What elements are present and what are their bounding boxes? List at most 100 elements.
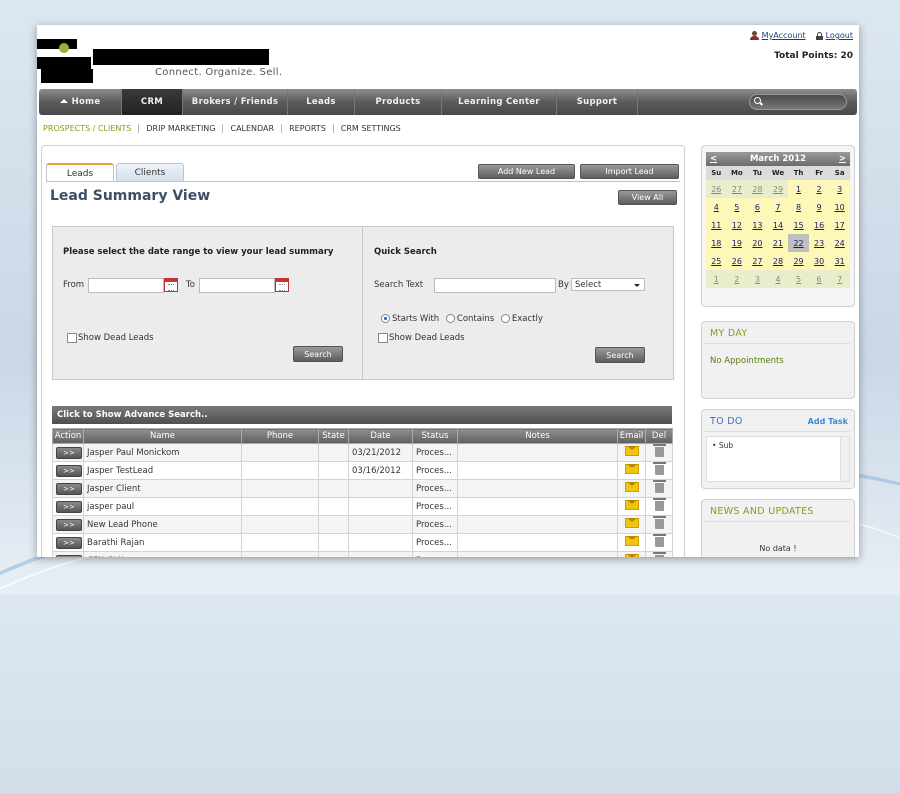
calendar-day[interactable]: 6: [808, 270, 830, 288]
calendar-day[interactable]: 12: [726, 216, 748, 234]
exactly-radio[interactable]: Exactly: [500, 314, 543, 324]
calendar-day[interactable]: 15: [788, 216, 809, 234]
nav-products[interactable]: Products: [355, 89, 442, 115]
open-lead-button[interactable]: >>: [56, 482, 82, 495]
calendar-day[interactable]: 30: [808, 252, 830, 270]
contains-radio[interactable]: Contains: [445, 314, 494, 324]
col-status[interactable]: Status: [412, 428, 458, 444]
tab-clients[interactable]: Clients: [116, 163, 184, 181]
email-icon[interactable]: [624, 536, 639, 546]
calendar-day[interactable]: 26: [706, 180, 727, 198]
nav-search-input[interactable]: [749, 94, 847, 110]
calendar-icon[interactable]: [275, 278, 289, 292]
nav-brokers-friends[interactable]: Brokers / Friends: [183, 89, 288, 115]
view-all-button[interactable]: View All: [618, 190, 677, 205]
calendar-day[interactable]: 28: [767, 252, 789, 270]
import-lead-button[interactable]: Import Lead: [580, 164, 679, 179]
nav-learning-center[interactable]: Learning Center: [442, 89, 557, 115]
calendar-day[interactable]: 11: [706, 216, 727, 234]
advance-search-toggle[interactable]: Click to Show Advance Search..: [52, 406, 672, 424]
calendar-day[interactable]: 3: [747, 270, 768, 288]
from-date-input[interactable]: [88, 278, 164, 293]
calendar-day[interactable]: 7: [767, 198, 789, 216]
subnav-calendar[interactable]: CALENDAR: [223, 124, 283, 133]
calendar-day[interactable]: 7: [829, 270, 850, 288]
calendar-day[interactable]: 27: [726, 180, 748, 198]
subnav-prospects-clients[interactable]: PROSPECTS / CLIENTS: [41, 124, 140, 133]
calendar-day[interactable]: 13: [747, 216, 768, 234]
todo-item[interactable]: • Sub: [712, 441, 733, 450]
add-task-link[interactable]: Add Task: [808, 417, 848, 426]
calendar-day[interactable]: 3: [829, 180, 850, 198]
email-icon[interactable]: [624, 518, 639, 528]
subnav-reports[interactable]: REPORTS: [282, 124, 334, 133]
trash-icon[interactable]: [652, 552, 666, 557]
calendar-day[interactable]: 20: [747, 234, 768, 252]
email-icon[interactable]: [624, 554, 639, 557]
col-phone[interactable]: Phone: [241, 428, 319, 444]
nav-support[interactable]: Support: [557, 89, 638, 115]
calendar-day[interactable]: 1: [706, 270, 727, 288]
trash-icon[interactable]: [652, 462, 666, 475]
subnav-crm-settings[interactable]: CRM SETTINGS: [334, 124, 408, 133]
email-icon[interactable]: [624, 446, 639, 456]
nav-home[interactable]: Home: [39, 89, 122, 115]
calendar-day[interactable]: 14: [767, 216, 789, 234]
add-new-lead-button[interactable]: Add New Lead: [478, 164, 575, 179]
calendar-day[interactable]: 16: [808, 216, 830, 234]
open-lead-button[interactable]: >>: [56, 536, 82, 549]
todo-scrollbar[interactable]: [840, 437, 849, 481]
email-icon[interactable]: [624, 500, 639, 510]
calendar-day[interactable]: 4: [706, 198, 727, 216]
trash-icon[interactable]: [652, 516, 666, 529]
calendar-day[interactable]: 4: [767, 270, 789, 288]
calendar-day[interactable]: 24: [829, 234, 850, 252]
calendar-day[interactable]: 28: [747, 180, 768, 198]
calendar-day[interactable]: 27: [747, 252, 768, 270]
quick-search-button[interactable]: Search: [595, 347, 645, 363]
calendar-day[interactable]: 9: [808, 198, 830, 216]
open-lead-button[interactable]: >>: [56, 446, 82, 459]
search-text-input[interactable]: [434, 278, 556, 293]
calendar-day[interactable]: 31: [829, 252, 850, 270]
calendar-day[interactable]: 8: [788, 198, 809, 216]
open-lead-button[interactable]: >>: [56, 554, 82, 557]
logout-link[interactable]: Logout: [815, 31, 853, 40]
calendar-prev-month[interactable]: <: [710, 154, 717, 164]
todo-list[interactable]: • Sub: [706, 436, 850, 482]
col-date[interactable]: Date: [348, 428, 413, 444]
quick-show-dead-leads-checkbox[interactable]: [378, 333, 388, 343]
calendar-day[interactable]: 6: [747, 198, 768, 216]
tab-leads[interactable]: Leads: [46, 163, 114, 182]
calendar-day[interactable]: 5: [726, 198, 748, 216]
calendar-day[interactable]: 21: [767, 234, 789, 252]
trash-icon[interactable]: [652, 534, 666, 547]
open-lead-button[interactable]: >>: [56, 464, 82, 477]
calendar-day[interactable]: 26: [726, 252, 748, 270]
calendar-day[interactable]: 10: [829, 198, 850, 216]
col-state[interactable]: State: [318, 428, 349, 444]
trash-icon[interactable]: [652, 498, 666, 511]
calendar-icon[interactable]: [164, 278, 178, 292]
calendar-day[interactable]: 25: [706, 252, 727, 270]
calendar-day[interactable]: 22: [788, 234, 809, 252]
calendar-day[interactable]: 29: [788, 252, 809, 270]
calendar-day[interactable]: 29: [767, 180, 789, 198]
open-lead-button[interactable]: >>: [56, 518, 82, 531]
trash-icon[interactable]: [652, 480, 666, 493]
show-dead-leads-checkbox[interactable]: [67, 333, 77, 343]
to-date-input[interactable]: [199, 278, 275, 293]
calendar-next-month[interactable]: >: [839, 154, 846, 164]
calendar-day[interactable]: 2: [808, 180, 830, 198]
date-search-button[interactable]: Search: [293, 346, 343, 362]
open-lead-button[interactable]: >>: [56, 500, 82, 513]
calendar-day[interactable]: 2: [726, 270, 748, 288]
starts-with-radio[interactable]: Starts With: [381, 314, 439, 324]
col-name[interactable]: Name: [83, 428, 242, 444]
subnav-drip-marketing[interactable]: DRIP MARKETING: [139, 124, 224, 133]
email-icon[interactable]: [624, 482, 639, 492]
calendar-day[interactable]: 19: [726, 234, 748, 252]
calendar-day[interactable]: 1: [788, 180, 809, 198]
email-icon[interactable]: [624, 464, 639, 474]
calendar-day[interactable]: 18: [706, 234, 727, 252]
